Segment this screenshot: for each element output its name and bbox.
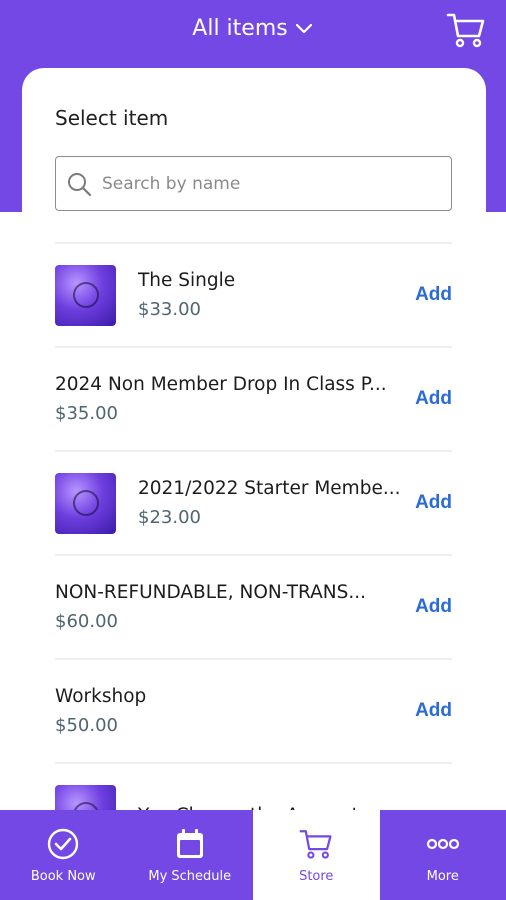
card-title: Select item (55, 106, 169, 130)
item-price: $35.00 (55, 403, 118, 424)
nav-label: My Schedule (148, 868, 232, 884)
add-button[interactable]: Add (415, 492, 452, 514)
check-circle-icon (46, 827, 80, 861)
cart-icon (299, 827, 333, 861)
add-button[interactable]: Add (415, 700, 452, 722)
nav-item-store[interactable]: Store (253, 810, 380, 900)
add-button[interactable]: Add (415, 388, 452, 410)
select-item-card: Select item The Single$33.00Add2024 Non … (22, 68, 486, 846)
item-info: Workshop $50.00 (55, 686, 452, 736)
nav-label: More (426, 868, 459, 884)
add-button[interactable]: Add (415, 596, 452, 618)
item-row[interactable]: 2021/2022 Starter Membe... $23.00 Add (55, 450, 452, 554)
item-thumbnail (55, 472, 116, 534)
add-button[interactable]: Add (415, 284, 452, 306)
item-info: 2024 Non Member Drop In Class P... $35.00 (55, 374, 452, 424)
category-title: All items (192, 16, 288, 41)
thumbnail-logo-mark (69, 487, 102, 519)
calendar-icon (173, 827, 207, 861)
search-icon (66, 171, 92, 197)
nav-item-my-schedule[interactable]: My Schedule (126, 810, 253, 900)
item-row[interactable]: The Single $33.00 Add (55, 242, 452, 346)
item-info: 2021/2022 Starter Membe... $23.00 (138, 478, 452, 528)
cart-button[interactable] (446, 10, 486, 50)
app-header: All items (0, 0, 506, 62)
item-price: $60.00 (55, 611, 118, 632)
nav-item-book-now[interactable]: Book Now (0, 810, 127, 900)
nav-label: Store (299, 868, 334, 884)
cart-icon (446, 12, 486, 48)
more-dots-icon (426, 827, 460, 861)
chevron-down-icon (294, 19, 314, 39)
item-name: The Single (138, 270, 236, 291)
item-info: NON-REFUNDABLE, NON-TRANS... $60.00 (55, 582, 452, 632)
item-price: $23.00 (138, 507, 201, 528)
item-price: $50.00 (55, 715, 118, 736)
item-row[interactable]: Workshop $50.00 Add (55, 658, 452, 762)
item-row[interactable]: NON-REFUNDABLE, NON-TRANS... $60.00 Add (55, 554, 452, 658)
item-price: $33.00 (138, 299, 201, 320)
nav-item-more[interactable]: More (379, 810, 506, 900)
bottom-navigation: Book Now My Schedule Store More (0, 810, 506, 900)
item-list: The Single $33.00 Add 2024 Non Member Drop … (55, 242, 452, 866)
thumbnail-logo-mark (69, 279, 102, 311)
search-input[interactable] (102, 173, 432, 194)
item-row[interactable]: 2024 Non Member Drop In Class P... $35.00… (55, 346, 452, 450)
item-name: 2024 Non Member Drop In Class P... (55, 374, 387, 395)
nav-label: Book Now (30, 868, 96, 884)
item-thumbnail (55, 264, 116, 326)
item-name: NON-REFUNDABLE, NON-TRANS... (55, 582, 367, 603)
category-selector[interactable]: All items (0, 16, 506, 41)
search-box[interactable] (55, 156, 452, 211)
item-name: Workshop (55, 686, 147, 707)
item-info: The Single $33.00 (138, 270, 452, 320)
item-name: 2021/2022 Starter Membe... (138, 478, 401, 499)
